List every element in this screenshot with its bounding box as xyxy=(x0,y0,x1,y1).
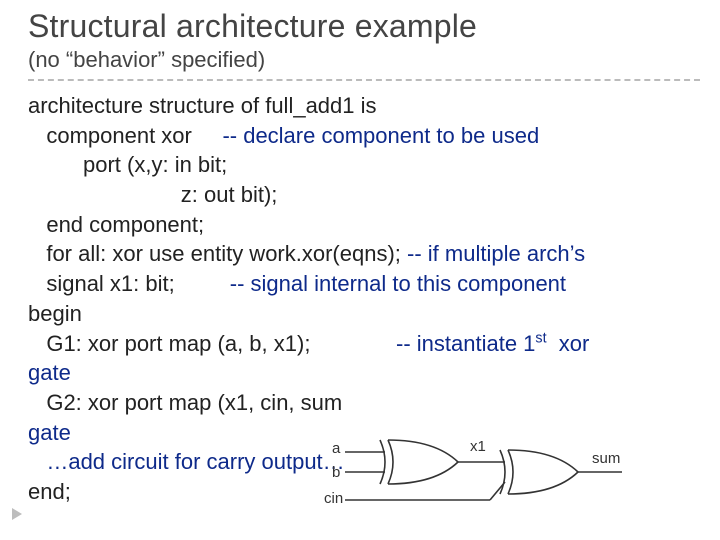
label-sum: sum xyxy=(592,450,620,467)
schematic-diagram: a b cin x1 sum xyxy=(330,430,630,525)
code-line: gate xyxy=(28,360,71,385)
code-line: G2: xor port map (x1, cin, sum xyxy=(28,390,342,415)
code-line: end; xyxy=(28,479,71,504)
label-a: a xyxy=(332,440,340,457)
code-line: port (x,y: in bit; xyxy=(28,152,227,177)
code-line: end component; xyxy=(28,212,204,237)
slide-subtitle: (no “behavior” specified) xyxy=(28,47,700,73)
label-x1: x1 xyxy=(470,438,486,455)
code-line: signal x1: bit; -- signal internal to th… xyxy=(28,271,566,296)
code-line: component xor -- declare component to be… xyxy=(28,123,539,148)
bullet-arrow-icon xyxy=(12,508,22,520)
code-line: gate xyxy=(28,420,71,445)
code-line: G1: xor port map (a, b, x1); -- instanti… xyxy=(28,331,589,356)
code-line: architecture structure of full_add1 is xyxy=(28,93,377,118)
code-line: z: out bit); xyxy=(28,182,277,207)
code-line: for all: xor use entity work.xor(eqns); … xyxy=(28,241,585,266)
slide-title: Structural architecture example xyxy=(28,8,700,45)
label-b: b xyxy=(332,464,340,481)
code-line: begin xyxy=(28,301,82,326)
label-cin: cin xyxy=(324,490,343,507)
code-line: …add circuit for carry output… xyxy=(28,449,345,474)
divider xyxy=(28,79,700,81)
